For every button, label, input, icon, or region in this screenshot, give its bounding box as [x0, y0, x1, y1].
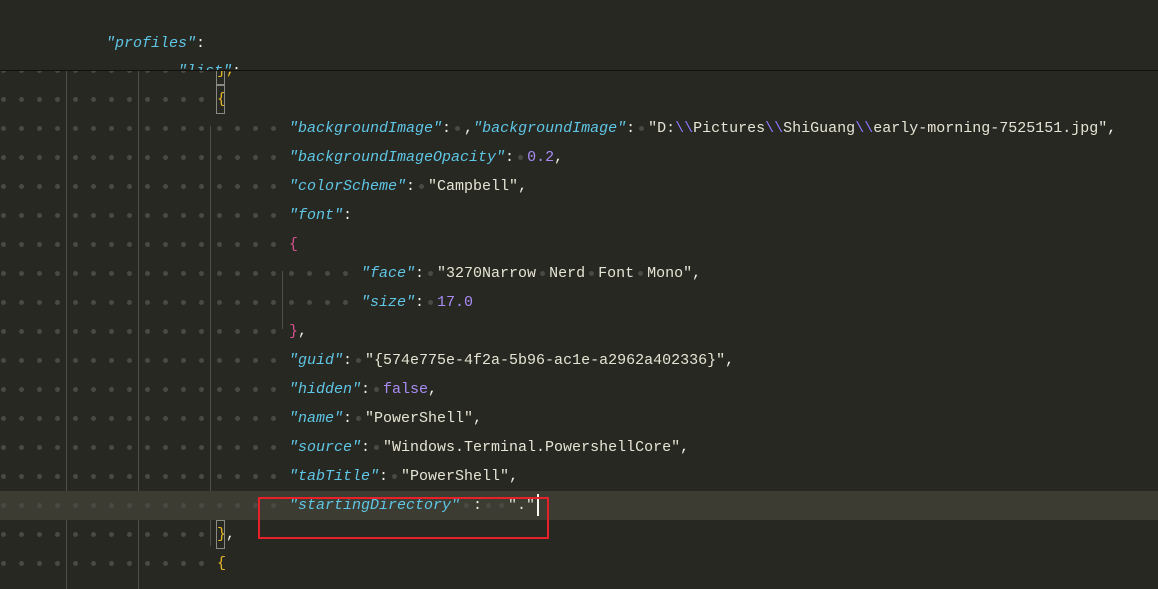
line-content: },	[216, 520, 235, 549]
json-key: "tabTitle"	[289, 468, 380, 485]
line-content: "font":	[289, 207, 353, 224]
json-value-part: Pictures	[693, 120, 766, 137]
line-content: "size": 17.0	[361, 294, 474, 311]
json-value-part: Font	[598, 265, 635, 282]
line-font-open[interactable]: {	[0, 230, 1158, 259]
bracket-match-box	[216, 85, 225, 114]
json-key: "size"	[361, 294, 416, 311]
line-font-close[interactable]: },	[0, 317, 1158, 346]
json-value: "{574e775e-4f2a-5b96-ac1e-a2962a402336}"	[365, 352, 726, 369]
json-value: "Windows.Terminal.PowershellCore"	[383, 439, 681, 456]
line-content: "tabTitle": "PowerShell",	[289, 468, 519, 485]
line-color-scheme[interactable]: "colorScheme": "Campbell",	[0, 172, 1158, 201]
annotation-highlight-box	[258, 497, 549, 539]
json-value: 17.0	[437, 294, 474, 311]
json-key: "backgroundImageOpacity"	[289, 149, 506, 166]
line-source[interactable]: "source": "Windows.Terminal.PowershellCor…	[0, 433, 1158, 462]
line-content: "backgroundImageOpacity": 0.2,	[289, 149, 564, 166]
list-key: "list"	[178, 63, 232, 70]
line-content: "colorScheme": "Campbell",	[289, 178, 528, 195]
line-font-size[interactable]: "size": 17.0	[0, 288, 1158, 317]
json-value-part: early-morning-7525151.jpg"	[873, 120, 1108, 137]
json-value-part: Mono"	[647, 265, 693, 282]
json-key: "colorScheme"	[289, 178, 407, 195]
line-content: },	[289, 323, 308, 340]
line-content: {	[217, 555, 227, 572]
bracket-match-box	[216, 520, 225, 549]
whitespace-dot	[455, 125, 461, 131]
whitespace-dot	[638, 270, 644, 276]
line-starting-directory[interactable]: "startingDirectory": "."	[0, 491, 1158, 520]
whitespace-dot	[428, 299, 434, 305]
line-content: "hidden": false,	[289, 381, 438, 398]
whitespace-dot	[589, 270, 595, 276]
line-open-object[interactable]: {	[0, 85, 1158, 114]
line-open-next[interactable]: {	[0, 549, 1158, 578]
json-value: "PowerShell"	[365, 410, 474, 427]
line-background-image-opacity[interactable]: "backgroundImageOpacity": 0.2,	[0, 143, 1158, 172]
json-key: "backgroundImage"	[473, 120, 627, 137]
whitespace-dot	[540, 270, 546, 276]
json-value-part: \\	[855, 120, 874, 137]
line-close-object[interactable]: },	[0, 520, 1158, 549]
whitespace-dot	[639, 125, 645, 131]
whitespace-dot	[518, 154, 524, 160]
line-font[interactable]: "font":	[0, 201, 1158, 230]
whitespace-dot	[419, 183, 425, 189]
sticky-scope-header: "profiles": "list":	[0, 0, 1158, 71]
whitespace-dot	[392, 473, 398, 479]
line-tab-title[interactable]: "tabTitle": "PowerShell",	[0, 462, 1158, 491]
line-content: "name": "PowerShell",	[289, 410, 483, 427]
json-value-part: ShiGuang	[783, 120, 856, 137]
json-value-part: Nerd	[549, 265, 586, 282]
line-content: "source": "Windows.Terminal.PowershellCor…	[289, 439, 690, 456]
line-content: },	[216, 71, 235, 85]
line-content: {	[216, 85, 226, 114]
whitespace-dot	[428, 270, 434, 276]
json-key: "backgroundImage"	[289, 120, 443, 137]
line-content: "guid": "{574e775e-4f2a-5b96-ac1e-a2962a4…	[289, 352, 735, 369]
json-key: "face"	[361, 265, 416, 282]
json-value: false	[383, 381, 429, 398]
json-value: "PowerShell"	[401, 468, 510, 485]
line-content: "backgroundImage": ,"backgroundImage": "D:…	[289, 120, 1117, 137]
json-key: "source"	[289, 439, 362, 456]
json-value-part: "D:	[648, 120, 676, 137]
line-background-image[interactable]: "backgroundImage": ,"backgroundImage": "D:…	[0, 114, 1158, 143]
json-value-part: "3270Narrow	[437, 265, 537, 282]
line-close-prev[interactable]: },	[0, 71, 1158, 85]
whitespace-dot	[374, 386, 380, 392]
bracket-match-box	[216, 71, 225, 85]
json-value: 0.2	[527, 149, 555, 166]
json-value-part: \\	[765, 120, 784, 137]
line-name[interactable]: "name": "PowerShell",	[0, 404, 1158, 433]
json-value-part: \\	[675, 120, 694, 137]
line-guid[interactable]: "guid": "{574e775e-4f2a-5b96-ac1e-a2962a4…	[0, 346, 1158, 375]
whitespace-dot	[374, 444, 380, 450]
sticky-line-list: "list":	[142, 28, 241, 70]
sticky-line-profiles: "profiles":	[106, 35, 206, 52]
line-font-face[interactable]: "face": "3270Narrow Nerd Font Mono",	[0, 259, 1158, 288]
whitespace-dot	[356, 357, 362, 363]
line-hidden[interactable]: "hidden": false,	[0, 375, 1158, 404]
json-key: "guid"	[289, 352, 344, 369]
code-editor[interactable]: },{"backgroundImage":,"backgroundImage":…	[0, 71, 1158, 589]
line-content: "face": "3270Narrow Nerd Font Mono",	[361, 265, 702, 282]
whitespace-dot	[356, 415, 362, 421]
json-key: "hidden"	[289, 381, 362, 398]
json-value: "Campbell"	[428, 178, 519, 195]
line-content: {	[289, 236, 299, 253]
json-key: "name"	[289, 410, 344, 427]
